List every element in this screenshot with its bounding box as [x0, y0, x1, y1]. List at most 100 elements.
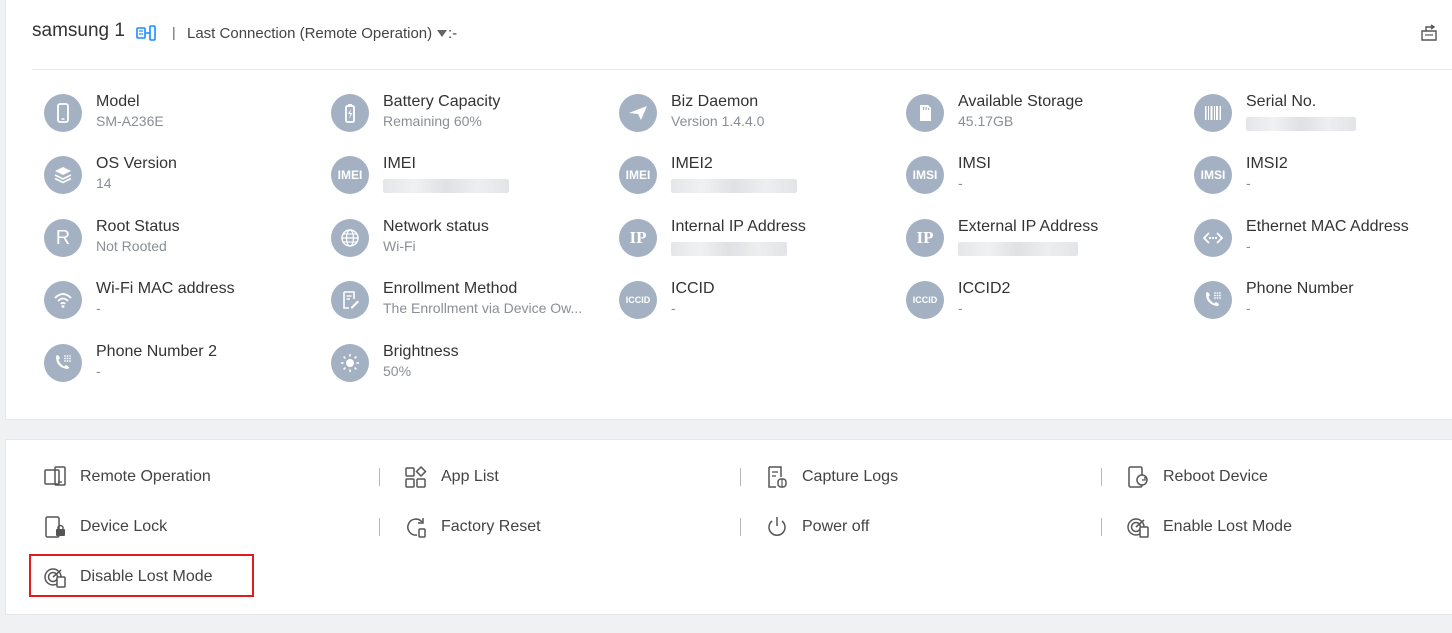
info-item-imei2: IMEI IMEI2	[619, 155, 899, 199]
info-value: -	[1246, 238, 1251, 254]
action-label: Device Lock	[80, 518, 168, 535]
info-value: -	[671, 300, 676, 316]
wifi-icon	[44, 281, 82, 319]
info-label: Phone Number 2	[96, 343, 217, 360]
info-label: Biz Daemon	[671, 93, 759, 110]
info-value: -	[958, 175, 963, 191]
factory-reset-button[interactable]: Factory Reset	[403, 512, 541, 542]
action-divider	[1101, 468, 1102, 486]
info-value: -	[958, 300, 963, 316]
highlight-box	[29, 554, 254, 597]
info-item-biz-daemon: Biz Daemon Version 1.4.4.0	[619, 93, 899, 137]
capture-logs-icon	[764, 464, 790, 490]
icon-text: R	[55, 226, 71, 249]
info-item-iccid2: ICCID ICCID2 -	[906, 280, 1186, 324]
globe-icon	[331, 219, 369, 257]
imsi2-icon: IMSI	[1194, 156, 1232, 194]
info-item-phone-number: Phone Number -	[1194, 280, 1452, 324]
redacted-value	[671, 242, 787, 256]
info-item-brightness: Brightness 50%	[331, 343, 611, 387]
icon-text: IP	[629, 228, 647, 247]
info-item-root-status: R Root Status Not Rooted	[44, 218, 324, 262]
imei-icon: IMEI	[331, 156, 369, 194]
battery-icon	[331, 94, 369, 132]
info-item-model: Model SM-A236E	[44, 93, 324, 137]
info-item-imsi: IMSI IMSI -	[906, 155, 1186, 199]
info-value: Remaining 60%	[383, 113, 482, 129]
info-label: IMSI	[958, 155, 991, 172]
sim2-icon: ICCID	[906, 281, 944, 319]
factory-reset-icon	[403, 514, 429, 540]
info-label: IMEI	[383, 155, 416, 172]
enable-lost-mode-button[interactable]: Enable Lost Mode	[1125, 512, 1292, 542]
action-label: Remote Operation	[80, 468, 211, 485]
info-label: IMEI2	[671, 155, 713, 172]
info-item-wi-fi-mac-address: Wi-Fi MAC address -	[44, 280, 324, 324]
device-lock-button[interactable]: Device Lock	[42, 512, 167, 542]
action-divider	[1101, 518, 1102, 536]
app-list-button[interactable]: App List	[403, 462, 499, 492]
action-divider	[740, 468, 741, 486]
icon-text: IP	[916, 228, 934, 247]
power-off-button[interactable]: Power off	[764, 512, 869, 542]
info-label: IMSI2	[1246, 155, 1288, 172]
device-link-icon[interactable]	[136, 24, 156, 42]
action-divider	[379, 468, 380, 486]
sim-icon: ICCID	[619, 281, 657, 319]
root-icon: R	[44, 219, 82, 257]
action-divider	[740, 518, 741, 536]
remote-operation-button[interactable]: Remote Operation	[42, 462, 211, 492]
sd-card-icon	[906, 94, 944, 132]
action-label: Enable Lost Mode	[1163, 518, 1292, 535]
power-icon	[764, 514, 790, 540]
form-icon	[331, 281, 369, 319]
info-label: Model	[96, 93, 140, 110]
info-label: Internal IP Address	[671, 218, 806, 235]
info-value: -	[96, 300, 101, 316]
info-item-available-storage: Available Storage 45.17GB	[906, 93, 1186, 137]
action-label: Reboot Device	[1163, 468, 1268, 485]
info-item-battery-capacity: Battery Capacity Remaining 60%	[331, 93, 611, 137]
info-label: ICCID2	[958, 280, 1011, 297]
action-divider	[379, 518, 380, 536]
phone-dial2-icon	[44, 344, 82, 382]
info-item-imei: IMEI IMEI	[331, 155, 611, 199]
info-value: 50%	[383, 363, 412, 379]
reboot-icon	[1125, 464, 1151, 490]
last-connection-label: Last Connection (Remote Operation)	[187, 25, 433, 42]
redacted-value	[1246, 117, 1356, 131]
imei2-icon: IMEI	[619, 156, 657, 194]
capture-logs-button[interactable]: Capture Logs	[764, 462, 898, 492]
remote-operation-icon	[42, 464, 68, 490]
export-icon[interactable]	[1420, 24, 1438, 42]
info-label: Network status	[383, 218, 489, 235]
info-label: Available Storage	[958, 93, 1084, 110]
icon-text: ICCID	[625, 295, 651, 305]
info-label: External IP Address	[958, 218, 1099, 235]
info-item-enrollment-method: Enrollment Method The Enrollment via Devi…	[331, 280, 611, 324]
info-item-ethernet-mac-address: Ethernet MAC Address -	[1194, 218, 1452, 262]
reboot-device-button[interactable]: Reboot Device	[1125, 462, 1268, 492]
info-label: Serial No.	[1246, 93, 1317, 110]
icon-text: IMSI	[1200, 168, 1226, 182]
device-lock-icon	[42, 514, 68, 540]
info-label: Enrollment Method	[383, 280, 518, 297]
action-label: Power off	[802, 518, 870, 535]
ethernet-icon	[1194, 219, 1232, 257]
info-label: Phone Number	[1246, 280, 1354, 297]
last-connection-value: :-	[448, 25, 458, 42]
ip-icon: IP	[619, 219, 657, 257]
info-value: Wi-Fi	[383, 238, 416, 254]
info-value: -	[1246, 175, 1251, 191]
imsi-icon: IMSI	[906, 156, 944, 194]
caret-down-icon[interactable]	[437, 30, 447, 37]
info-value: The Enrollment via Device Ow...	[383, 300, 583, 316]
info-value: SM-A236E	[96, 113, 164, 129]
info-value: -	[1246, 300, 1251, 316]
paper-plane-icon	[619, 94, 657, 132]
info-value: 45.17GB	[958, 113, 1014, 129]
info-item-os-version: OS Version 14	[44, 155, 324, 199]
action-label: App List	[441, 468, 499, 485]
info-item-serial-no: Serial No.	[1194, 93, 1452, 137]
info-label: Ethernet MAC Address	[1246, 218, 1409, 235]
